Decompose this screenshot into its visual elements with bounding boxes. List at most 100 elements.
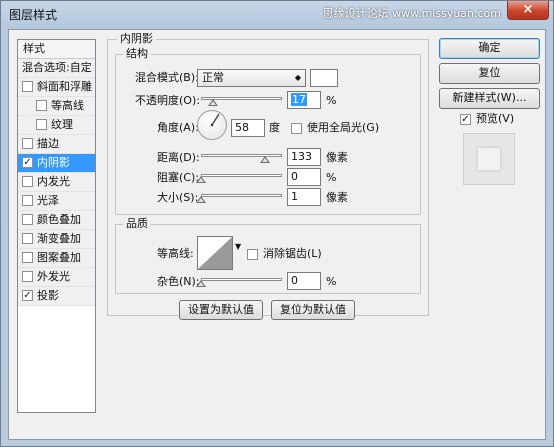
inner-shadow-checkbox[interactable]: ✓: [22, 157, 33, 168]
inner-shadow-title: 内阴影: [117, 33, 156, 45]
noise-label: 杂色(N):: [157, 275, 200, 288]
sidebar-item-satin[interactable]: 光泽: [18, 192, 95, 211]
contour-dropdown-icon[interactable]: ▼: [235, 240, 241, 254]
angle-input[interactable]: 58: [231, 119, 265, 137]
dialog-client: 样式 混合选项:自定 斜面和浮雕 等高线 纹理 描边 ✓ 内阴影 内发光 光泽 颜…: [8, 29, 546, 440]
sidebar-item-inner-shadow[interactable]: ✓ 内阴影: [18, 154, 95, 173]
contour-label: 等高线:: [157, 247, 194, 260]
sidebar-item-label: 纹理: [51, 118, 73, 131]
style-preview-thumbnail: [463, 133, 515, 185]
shadow-color-swatch[interactable]: [310, 69, 338, 87]
blend-mode-label: 混合模式(B):: [135, 71, 199, 84]
make-default-button[interactable]: 设置为默认值: [179, 300, 263, 320]
sidebar-item-inner-glow[interactable]: 内发光: [18, 173, 95, 192]
sidebar-item-label: 光泽: [37, 194, 59, 207]
color-overlay-checkbox[interactable]: [22, 214, 33, 225]
sidebar-item-outer-glow[interactable]: 外发光: [18, 268, 95, 287]
angle-indicator-icon: [210, 113, 220, 127]
quality-title: 品质: [123, 218, 151, 230]
sidebar-item-bevel-emboss[interactable]: 斜面和浮雕: [18, 78, 95, 97]
sidebar-item-color-overlay[interactable]: 颜色叠加: [18, 211, 95, 230]
angle-value: 58: [235, 121, 249, 134]
noise-slider-thumb[interactable]: [196, 280, 206, 287]
sidebar-item-texture[interactable]: 纹理: [18, 116, 95, 135]
opacity-value: 17: [291, 93, 307, 106]
close-icon: ×: [522, 2, 534, 17]
opacity-unit: %: [326, 94, 337, 107]
blend-mode-value: 正常: [202, 71, 224, 84]
sidebar-item-label: 投影: [37, 289, 59, 302]
choke-label: 阻塞(C):: [157, 171, 199, 184]
sidebar-item-label: 内阴影: [37, 156, 70, 169]
blend-mode-select[interactable]: 正常 ◆: [197, 69, 306, 87]
sidebar-item-label: 渐变叠加: [37, 232, 81, 245]
noise-value: 0: [291, 274, 298, 287]
pattern-overlay-checkbox[interactable]: [22, 252, 33, 263]
outer-glow-checkbox[interactable]: [22, 271, 33, 282]
global-light-checkbox[interactable]: [291, 123, 302, 134]
size-value: 1: [291, 190, 298, 203]
size-input[interactable]: 1: [287, 188, 321, 206]
choke-value: 0: [291, 170, 298, 183]
angle-unit: 度: [269, 121, 280, 134]
sidebar-item-gradient-overlay[interactable]: 渐变叠加: [18, 230, 95, 249]
distance-input[interactable]: 133: [287, 148, 321, 166]
title-bar[interactable]: 图层样式 思缘设计论坛 www.missyuan.com ×: [1, 1, 553, 27]
reset-button[interactable]: 复位: [439, 63, 540, 84]
close-button[interactable]: ×: [507, 1, 549, 20]
contour-checkbox[interactable]: [36, 100, 47, 111]
distance-slider-thumb[interactable]: [260, 156, 270, 163]
sidebar-item-blend-options[interactable]: 混合选项:自定: [18, 59, 95, 78]
sidebar-item-label: 斜面和浮雕: [37, 80, 92, 93]
preview-checkbox[interactable]: ✓: [460, 114, 471, 125]
opacity-label: 不透明度(O):: [135, 94, 200, 107]
sidebar-item-label: 描边: [37, 137, 59, 150]
sidebar-item-stroke[interactable]: 描边: [18, 135, 95, 154]
sidebar-item-label: 等高线: [51, 99, 84, 112]
structure-title: 结构: [123, 48, 151, 60]
styles-header[interactable]: 样式: [18, 40, 95, 59]
distance-unit: 像素: [326, 151, 348, 164]
angle-dial[interactable]: [197, 110, 227, 140]
size-unit: 像素: [326, 191, 348, 204]
opacity-input[interactable]: 17: [287, 91, 321, 109]
opacity-slider-thumb[interactable]: [208, 99, 218, 106]
size-slider-thumb[interactable]: [196, 196, 206, 203]
contour-picker[interactable]: [197, 236, 233, 270]
drop-shadow-checkbox[interactable]: ✓: [22, 290, 33, 301]
sidebar-item-drop-shadow[interactable]: ✓ 投影: [18, 287, 95, 306]
stroke-checkbox[interactable]: [22, 138, 33, 149]
styles-list: 样式 混合选项:自定 斜面和浮雕 等高线 纹理 描边 ✓ 内阴影 内发光 光泽 颜…: [17, 39, 96, 413]
distance-value: 133: [291, 150, 312, 163]
watermark-text: 思缘设计论坛 www.missyuan.com: [322, 7, 501, 20]
angle-label: 角度(A):: [157, 121, 199, 134]
new-style-button[interactable]: 新建样式(W)...: [439, 88, 540, 109]
choke-input[interactable]: 0: [287, 168, 321, 186]
sidebar-item-label: 图案叠加: [37, 251, 81, 264]
sidebar-item-label: 外发光: [37, 270, 70, 283]
antialias-checkbox[interactable]: [247, 249, 258, 260]
dropdown-arrow-icon: ◆: [294, 73, 301, 82]
size-slider-track[interactable]: [201, 194, 282, 197]
noise-input[interactable]: 0: [287, 272, 321, 290]
antialias-label: 消除锯齿(L): [263, 247, 322, 260]
sidebar-item-pattern-overlay[interactable]: 图案叠加: [18, 249, 95, 268]
texture-checkbox[interactable]: [36, 119, 47, 130]
preview-swatch: [478, 148, 500, 170]
linear-contour-icon: [198, 237, 232, 269]
choke-unit: %: [326, 171, 337, 184]
size-label: 大小(S):: [157, 191, 199, 204]
choke-slider-thumb[interactable]: [196, 176, 206, 183]
reset-to-default-button[interactable]: 复位为默认值: [271, 300, 355, 320]
choke-slider-track[interactable]: [201, 174, 282, 177]
inner-glow-checkbox[interactable]: [22, 176, 33, 187]
bevel-emboss-checkbox[interactable]: [22, 81, 33, 92]
noise-slider-track[interactable]: [201, 278, 282, 281]
satin-checkbox[interactable]: [22, 195, 33, 206]
distance-label: 距离(D):: [157, 151, 200, 164]
gradient-overlay-checkbox[interactable]: [22, 233, 33, 244]
noise-unit: %: [326, 275, 337, 288]
sidebar-item-contour[interactable]: 等高线: [18, 97, 95, 116]
layer-style-dialog: 图层样式 思缘设计论坛 www.missyuan.com × 样式 混合选项:自…: [0, 0, 554, 447]
ok-button[interactable]: 确定: [439, 38, 540, 59]
